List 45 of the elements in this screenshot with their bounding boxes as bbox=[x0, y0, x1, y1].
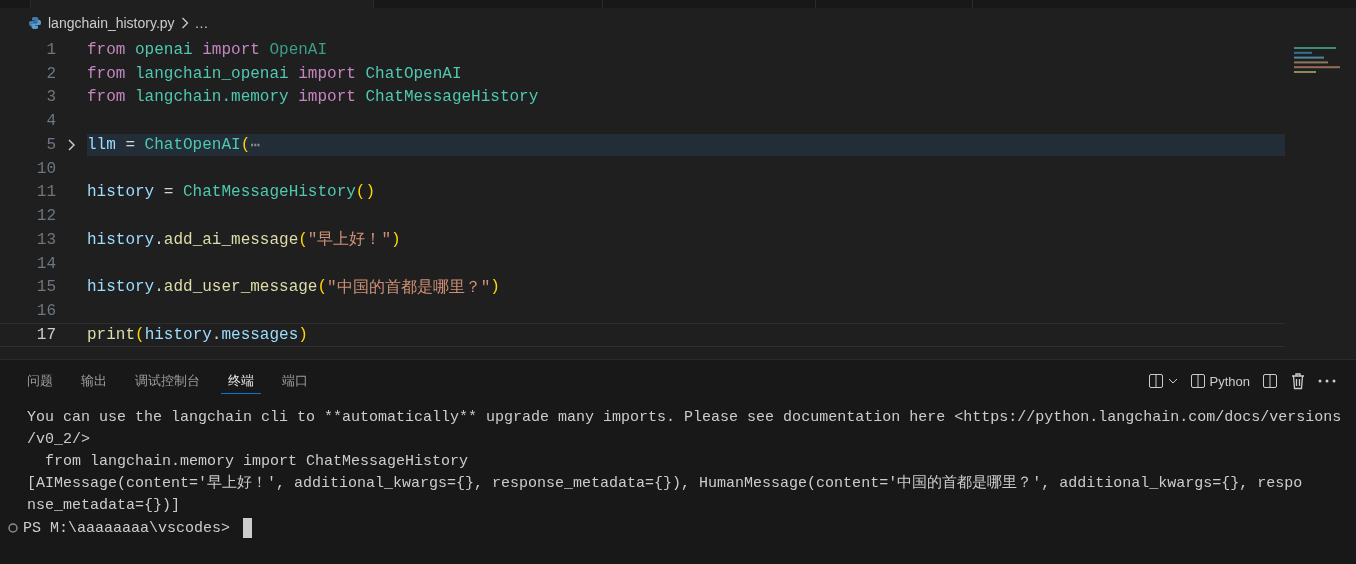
panel-tab[interactable]: 终端 bbox=[221, 368, 261, 394]
line-number: 14 bbox=[35, 254, 56, 273]
split-layout-icon[interactable] bbox=[1147, 373, 1164, 389]
line-number: 5 bbox=[45, 135, 56, 154]
panel-tab[interactable]: 调试控制台 bbox=[128, 368, 207, 394]
code-line: history.add_user_message("中国的首都是哪里？") bbox=[87, 277, 501, 299]
terminal-line: nse_metadata={})] bbox=[27, 496, 182, 516]
line-number: 11 bbox=[35, 183, 56, 202]
fold-chevron-icon[interactable] bbox=[66, 138, 77, 151]
terminal-line: You can use the langchain cli to **automatically** upgrade many imports. Please see documentation here <https://python.langchain.com/docs/versions bbox=[27, 408, 1340, 428]
line-number: 15 bbox=[35, 278, 56, 297]
code-line: from langchain_openai import ChatOpenAI bbox=[87, 63, 463, 85]
line-number: 16 bbox=[35, 302, 56, 321]
terminal-prompt: PS M:\aaaaaaaa\vscodes> bbox=[23, 519, 231, 537]
terminal-name[interactable]: Python bbox=[1209, 373, 1250, 389]
line-number: 1 bbox=[45, 40, 56, 59]
more-icon[interactable] bbox=[1318, 379, 1336, 383]
code-line: history.add_ai_message("早上好！") bbox=[87, 229, 402, 251]
terminal-split-icon[interactable] bbox=[1189, 373, 1206, 389]
split-terminal-icon[interactable] bbox=[1262, 373, 1278, 389]
python-file-icon bbox=[28, 16, 42, 30]
line-number: 2 bbox=[45, 64, 56, 83]
line-number: 13 bbox=[35, 230, 56, 249]
line-number: 4 bbox=[45, 112, 56, 131]
command-status-icon bbox=[7, 522, 19, 534]
trash-icon[interactable] bbox=[1290, 372, 1306, 390]
line-number: 3 bbox=[45, 88, 56, 107]
code-line: print(history.messages) bbox=[87, 324, 309, 346]
breadcrumb-more[interactable]: … bbox=[194, 15, 209, 31]
panel-tab[interactable]: 输出 bbox=[74, 368, 114, 394]
caret-icon[interactable] bbox=[1167, 377, 1178, 385]
terminal-line: from langchain.memory import ChatMessageHistory bbox=[44, 452, 470, 472]
terminal-line: /v0_2/> bbox=[27, 430, 91, 450]
breadcrumb-file[interactable]: langchain_history.py bbox=[48, 15, 175, 31]
line-number: 10 bbox=[35, 159, 56, 178]
terminal-cursor bbox=[243, 518, 253, 538]
code-line: from langchain.memory import ChatMessageHistory bbox=[87, 87, 540, 109]
panel-tab[interactable]: 问题 bbox=[20, 368, 60, 394]
code-line: from openai import OpenAI bbox=[87, 39, 329, 61]
chevron-icon bbox=[180, 17, 189, 29]
line-number: 17 bbox=[35, 325, 56, 344]
code-line: history = ChatMessageHistory() bbox=[87, 182, 377, 204]
line-number: 12 bbox=[35, 207, 56, 226]
panel-tab[interactable]: 端口 bbox=[275, 368, 315, 394]
terminal-line: [AIMessage(content='早上好！', additional_kwargs={}, response_metadata={}), HumanMessage(content='中国的首都是哪里？', additional_kwargs={}, respo bbox=[27, 473, 1304, 494]
